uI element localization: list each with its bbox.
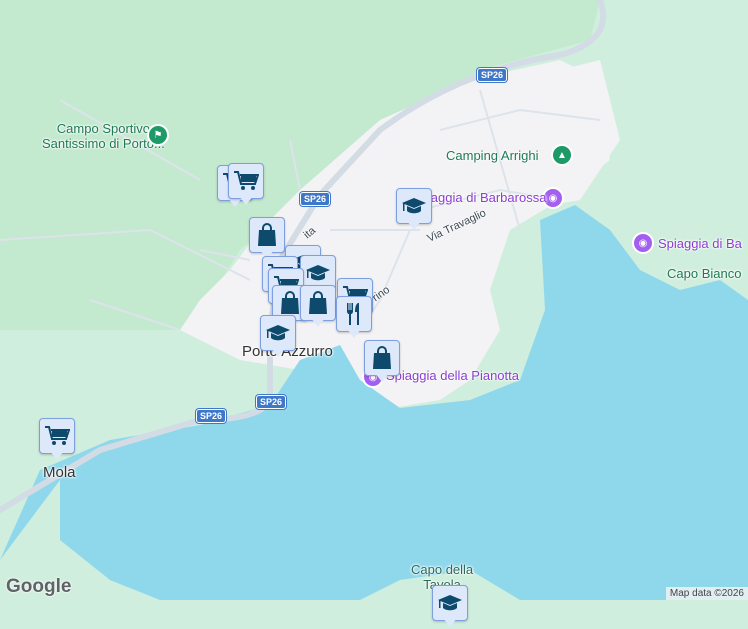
road-shield-sp26: SP26 bbox=[300, 192, 331, 206]
sports-icon[interactable]: ⚑ bbox=[147, 124, 169, 146]
road-shield-sp26: SP26 bbox=[477, 68, 508, 82]
marker-box bbox=[249, 217, 285, 253]
map-marker-bag[interactable] bbox=[300, 285, 336, 329]
place-label: Santissimo di Porto... bbox=[42, 136, 165, 151]
map-marker-bag[interactable] bbox=[364, 340, 400, 384]
cart-icon bbox=[45, 426, 70, 445]
bag-icon bbox=[258, 223, 276, 246]
place-camping-arrighi[interactable]: Camping Arrighi bbox=[446, 148, 539, 163]
fork-knife-icon bbox=[347, 303, 359, 325]
education-icon bbox=[266, 325, 290, 341]
education-icon bbox=[438, 595, 462, 611]
road-shield-sp26: SP26 bbox=[256, 395, 287, 409]
marker-pointer bbox=[311, 318, 325, 327]
marker-box bbox=[364, 340, 400, 376]
map-marker-education[interactable] bbox=[260, 315, 296, 359]
marker-box bbox=[396, 188, 432, 224]
place-spiaggia-barbarossa[interactable]: Spiaggia di Barbarossa bbox=[412, 190, 546, 205]
marker-pointer bbox=[407, 221, 421, 230]
marker-pointer bbox=[50, 451, 64, 460]
marker-pointer bbox=[375, 373, 389, 382]
marker-box bbox=[300, 285, 336, 321]
marker-box bbox=[39, 418, 75, 454]
marker-pointer bbox=[347, 329, 361, 338]
marker-box bbox=[336, 296, 372, 332]
map-attribution[interactable]: Map data ©2026 bbox=[665, 587, 748, 600]
education-icon bbox=[402, 198, 426, 214]
marker-box bbox=[260, 315, 296, 351]
place-capo-bianco[interactable]: Capo Bianco bbox=[667, 266, 741, 281]
map-marker-bag[interactable] bbox=[249, 217, 285, 261]
map-marker-restaurant[interactable] bbox=[336, 296, 372, 340]
place-spiaggia-pianotta[interactable]: Spiaggia della Pianotta bbox=[386, 368, 519, 383]
place-mola[interactable]: Mola bbox=[43, 464, 76, 481]
camera-icon[interactable]: ◉ bbox=[632, 232, 654, 254]
map-marker-cart[interactable] bbox=[39, 418, 75, 462]
map-marker-education[interactable] bbox=[432, 585, 468, 629]
marker-box bbox=[432, 585, 468, 621]
place-label: Campo Sportivo bbox=[56, 121, 151, 136]
marker-pointer bbox=[239, 196, 253, 205]
marker-box bbox=[228, 163, 264, 199]
place-label: Capo della bbox=[411, 562, 474, 577]
map-marker-education[interactable] bbox=[396, 188, 432, 232]
education-icon bbox=[306, 265, 330, 281]
cart-icon bbox=[234, 171, 259, 190]
camping-icon[interactable]: ▲ bbox=[551, 144, 573, 166]
bag-icon bbox=[373, 346, 391, 369]
place-spiaggia-ba[interactable]: Spiaggia di Ba bbox=[658, 236, 742, 251]
bag-icon bbox=[309, 291, 327, 314]
marker-pointer bbox=[271, 348, 285, 357]
map-marker-cart[interactable] bbox=[228, 163, 264, 207]
road-shield-sp26: SP26 bbox=[196, 409, 227, 423]
marker-pointer bbox=[443, 618, 457, 627]
google-logo: Google bbox=[6, 576, 72, 597]
